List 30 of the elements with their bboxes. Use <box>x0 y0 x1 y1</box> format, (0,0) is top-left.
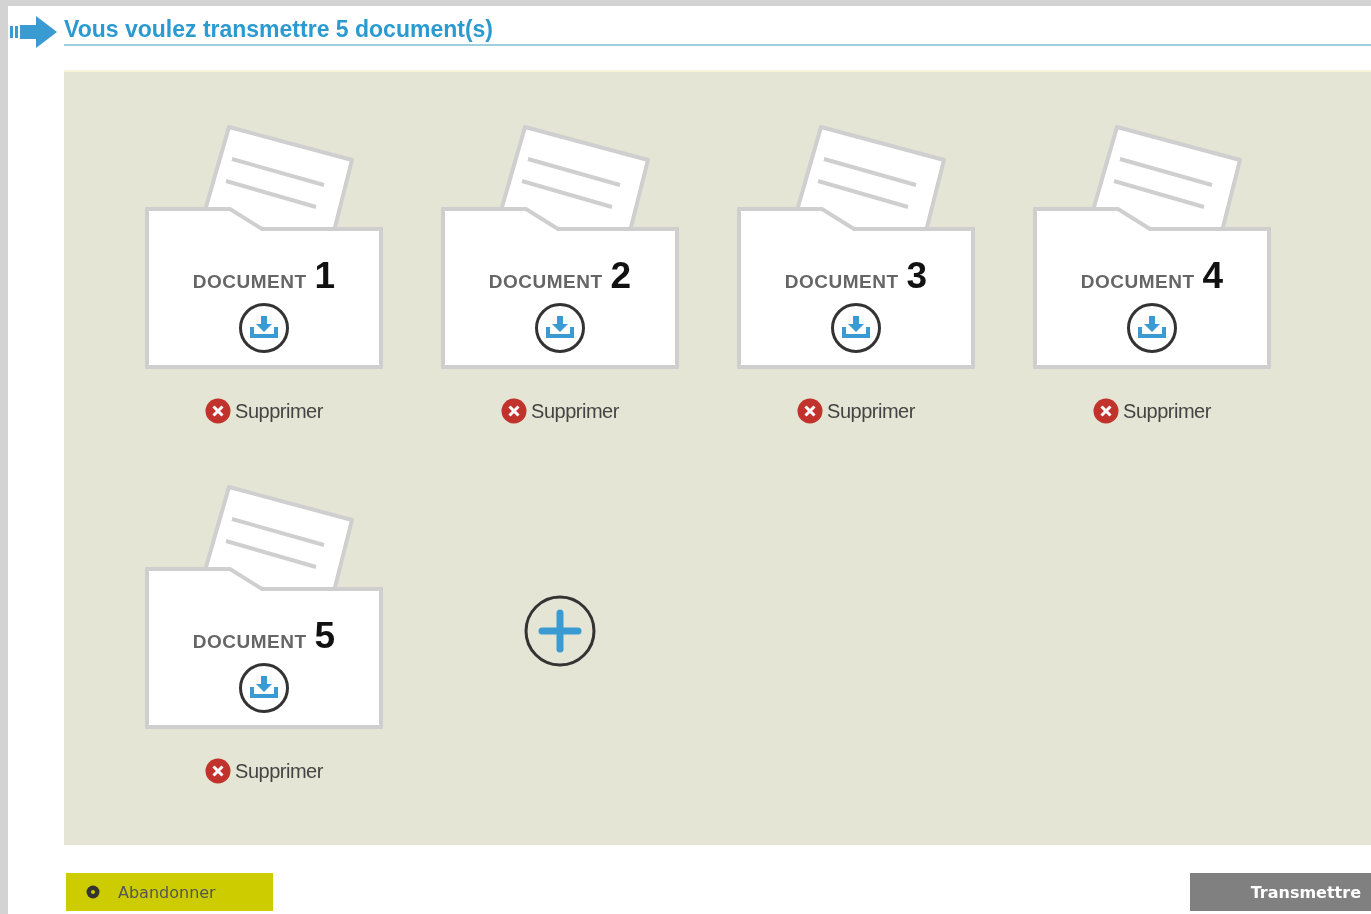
document-label: DOCUMENT <box>488 271 603 293</box>
close-icon <box>205 398 232 424</box>
delete-button[interactable]: Supprimer <box>501 398 619 424</box>
delete-button[interactable]: Supprimer <box>205 758 323 784</box>
close-icon <box>205 758 232 784</box>
add-icon[interactable] <box>524 595 596 667</box>
document-number: 5 <box>314 617 336 654</box>
download-icon[interactable] <box>830 302 882 354</box>
document-number: 3 <box>906 257 928 294</box>
arrow-icon <box>10 14 58 50</box>
delete-button[interactable]: Supprimer <box>1093 398 1211 424</box>
submit-button[interactable]: Transmettre <box>1190 873 1371 911</box>
delete-button[interactable]: Supprimer <box>797 398 915 424</box>
download-icon[interactable] <box>238 302 290 354</box>
delete-button[interactable]: Supprimer <box>205 398 323 424</box>
document-label: DOCUMENT <box>1080 271 1195 293</box>
document-number: 4 <box>1202 257 1224 294</box>
cancel-button[interactable]: Abandonner <box>66 873 273 911</box>
download-icon[interactable] <box>238 662 290 714</box>
document-label: DOCUMENT <box>192 631 307 653</box>
document-label: DOCUMENT <box>784 271 899 293</box>
document-number: 1 <box>314 257 336 294</box>
document-label: DOCUMENT <box>192 271 307 293</box>
download-icon[interactable] <box>534 302 586 354</box>
close-icon <box>501 398 528 424</box>
page-title: Vous voulez transmettre 5 document(s) <box>64 16 1371 46</box>
download-icon[interactable] <box>1126 302 1178 354</box>
close-icon <box>797 398 824 424</box>
document-number: 2 <box>610 257 632 294</box>
close-icon <box>1093 398 1120 424</box>
